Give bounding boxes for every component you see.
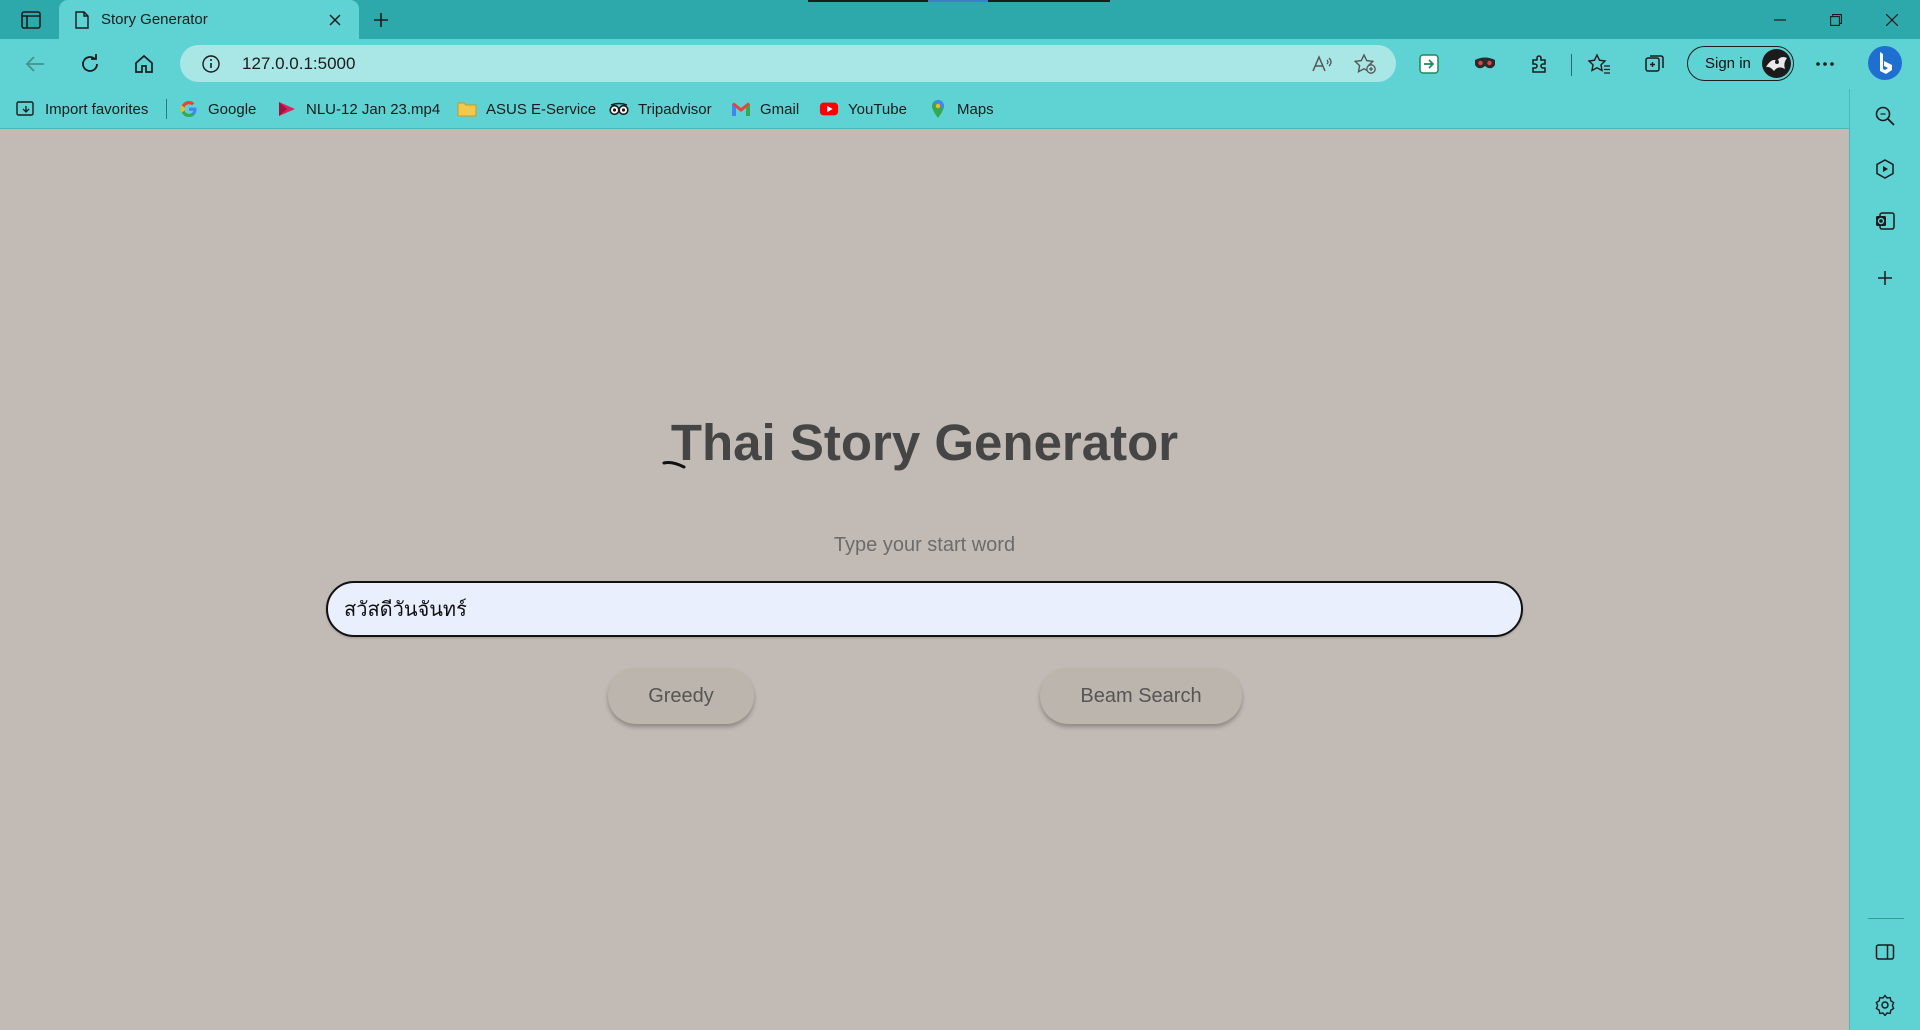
- plus-icon: [1878, 271, 1892, 285]
- back-button[interactable]: [17, 46, 53, 82]
- page-title-text: Thai Story Generator: [670, 414, 1179, 471]
- collections-icon: [1645, 55, 1664, 72]
- fav-asus-e-service[interactable]: ASUS E-Service: [457, 97, 596, 121]
- close-icon: [329, 13, 341, 26]
- toolbar-divider: [1571, 54, 1572, 76]
- sidebar-search-button[interactable]: [1870, 101, 1900, 131]
- panel-icon: [1875, 944, 1895, 960]
- tab-actions-button[interactable]: [12, 6, 50, 34]
- more-dots-icon: [1816, 62, 1834, 66]
- greedy-button[interactable]: Greedy: [608, 668, 754, 724]
- refresh-icon: [82, 54, 98, 72]
- fav-label: ASUS E-Service: [486, 100, 597, 118]
- star-add-icon: [1353, 53, 1376, 74]
- sidebar-hide-button[interactable]: [1870, 937, 1900, 967]
- browser-toolbar: 127.0.0.1:5000 Sign in: [0, 39, 1920, 89]
- close-window-button[interactable]: [1864, 0, 1920, 39]
- extensions-button[interactable]: [1525, 49, 1555, 79]
- back-arrow-icon: [25, 56, 44, 72]
- fav-label: Import favorites: [45, 100, 149, 118]
- address-url[interactable]: 127.0.0.1:5000: [242, 54, 355, 74]
- fav-youtube[interactable]: YouTube: [819, 97, 907, 121]
- start-word-input[interactable]: [326, 581, 1523, 637]
- restore-icon: [1830, 13, 1842, 26]
- gear-icon: [1875, 994, 1895, 1016]
- fav-maps[interactable]: Maps: [928, 97, 994, 121]
- tab-close-button[interactable]: [321, 6, 349, 34]
- start-word-label: Type your start word: [833, 534, 1016, 556]
- minimize-button[interactable]: [1752, 0, 1808, 39]
- new-tab-button[interactable]: [366, 5, 396, 35]
- fav-google[interactable]: Google: [179, 97, 256, 121]
- add-favorite-button[interactable]: [1353, 53, 1377, 75]
- site-info-button[interactable]: [200, 53, 222, 75]
- sidebar-divider: [1868, 918, 1904, 919]
- favorites-bar: Import favorites Google NLU-12 Jan 23.mp…: [0, 89, 1849, 129]
- tab-actions-icon: [21, 11, 41, 29]
- video-icon: [277, 99, 297, 119]
- google-icon: [179, 99, 199, 119]
- beam-search-button[interactable]: Beam Search: [1040, 668, 1242, 724]
- fav-label: YouTube: [848, 100, 907, 118]
- import-icon: [16, 99, 36, 119]
- sidebar-settings-button[interactable]: [1870, 990, 1900, 1020]
- bing-icon: [1868, 46, 1902, 80]
- info-icon: [202, 55, 220, 73]
- sidebar-add-button[interactable]: [1870, 263, 1900, 293]
- sign-in-button[interactable]: Sign in: [1687, 46, 1794, 81]
- tools-icon: [1876, 159, 1894, 179]
- home-button[interactable]: [126, 46, 162, 82]
- extension-mask-button[interactable]: [1470, 49, 1500, 79]
- title-bar: Story Generator: [0, 0, 1920, 39]
- fav-tripadvisor[interactable]: Tripadvisor: [609, 97, 712, 121]
- fav-gmail[interactable]: Gmail: [731, 97, 799, 121]
- address-bar[interactable]: 127.0.0.1:5000: [180, 45, 1396, 82]
- tab-story-generator[interactable]: Story Generator: [59, 0, 359, 39]
- fav-label: Tripadvisor: [638, 100, 712, 118]
- sign-in-label: Sign in: [1705, 55, 1751, 72]
- favorites-star-icon: [1587, 53, 1610, 74]
- profile-avatar-icon: [1766, 57, 1787, 71]
- tripadvisor-icon: [609, 99, 629, 119]
- extension-green-button[interactable]: [1414, 49, 1444, 79]
- youtube-icon: [819, 99, 839, 119]
- page-content: Thai Story Generator Type your start wor…: [0, 129, 1849, 1030]
- folder-icon: [457, 99, 477, 119]
- outlook-icon: [1876, 212, 1895, 230]
- mask-icon: [1475, 57, 1495, 69]
- search-icon: [1875, 106, 1895, 126]
- read-aloud-button[interactable]: [1310, 53, 1334, 75]
- window-controls: [1752, 0, 1920, 39]
- plus-icon: [374, 13, 388, 27]
- minimize-icon: [1774, 18, 1786, 21]
- refresh-button[interactable]: [72, 46, 108, 82]
- restore-button[interactable]: [1808, 0, 1864, 39]
- copilot-button[interactable]: [1865, 43, 1905, 83]
- maps-icon: [928, 99, 948, 119]
- read-aloud-icon: [1312, 55, 1332, 72]
- home-icon: [135, 54, 153, 73]
- fav-label: Google: [208, 100, 257, 118]
- sidebar-tools-button[interactable]: [1870, 154, 1900, 184]
- favorites-divider: [166, 99, 167, 119]
- collections-button[interactable]: [1640, 49, 1670, 79]
- more-options-button[interactable]: [1810, 49, 1840, 79]
- extension-green-icon: [1419, 54, 1439, 74]
- puzzle-icon: [1532, 55, 1546, 73]
- gmail-icon: [731, 99, 751, 119]
- tab-title: Story Generator: [101, 11, 208, 28]
- loading-indicator: [808, 0, 1110, 2]
- fav-label: NLU-12 Jan 23.mp4: [306, 100, 441, 118]
- avatar: [1762, 49, 1791, 78]
- page-title: Thai Story Generator: [0, 413, 1849, 472]
- favorites-button[interactable]: [1584, 49, 1614, 79]
- page-icon: [75, 10, 89, 29]
- sidebar-outlook-button[interactable]: [1870, 206, 1900, 236]
- fav-nlu-video[interactable]: NLU-12 Jan 23.mp4: [277, 97, 440, 121]
- fav-label: Maps: [957, 100, 994, 118]
- edge-sidebar: [1849, 89, 1920, 1030]
- fav-label: Gmail: [760, 100, 800, 118]
- close-icon: [1886, 13, 1898, 26]
- fav-import-favorites[interactable]: Import favorites: [16, 97, 148, 121]
